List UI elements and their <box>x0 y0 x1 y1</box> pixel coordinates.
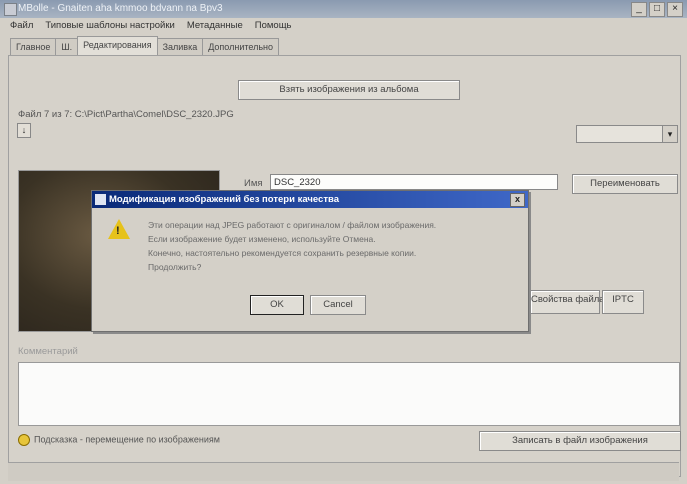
tab-editing[interactable]: Редактирования <box>77 36 158 55</box>
status-bar <box>8 462 679 481</box>
close-icon[interactable]: × <box>667 2 683 17</box>
warning-mark: ! <box>116 225 120 237</box>
menu-bar: Файл Типовые шаблоны настройки Метаданны… <box>0 18 687 34</box>
file-properties-button[interactable]: Свойства файла <box>530 290 605 314</box>
dialog-title: Модификация изображений без потери качес… <box>109 194 339 205</box>
dialog-message-line: Эти операции над JPEG работают с оригина… <box>148 220 437 230</box>
dialog-app-icon <box>95 194 106 205</box>
rename-button[interactable]: Переименовать <box>572 174 678 194</box>
window-controls: _ □ × <box>631 2 683 17</box>
comment-textarea[interactable] <box>18 362 680 426</box>
hint-line: Подсказка - перемещение по изображениям <box>18 434 220 446</box>
tab-short[interactable]: Ш. <box>55 38 79 55</box>
ok-button[interactable]: OK <box>250 295 304 315</box>
chevron-down-icon[interactable]: ▾ <box>662 126 677 142</box>
comment-label: Комментарий <box>18 346 78 357</box>
file-path-label: Файл 7 из 7: C:\Pict\Partha\Comel\DSC_23… <box>18 109 234 120</box>
save-to-file-button[interactable]: Записать в файл изображения <box>479 431 681 451</box>
dialog-title-bar: Модификация изображений без потери качес… <box>92 191 528 208</box>
app-window: MBolle - Gnaiten aha kmmoo bdvann na Bpv… <box>0 0 687 484</box>
tab-main[interactable]: Главное <box>10 38 57 55</box>
dialog-message: Эти операции над JPEG работают с оригина… <box>148 218 518 274</box>
dialog-message-line: Конечно, настоятельно рекомендуется сохр… <box>148 248 417 258</box>
menu-templates[interactable]: Типовые шаблоны настройки <box>45 18 174 34</box>
dialog-close-icon[interactable]: x <box>510 193 525 207</box>
file-combo[interactable]: ▾ <box>576 125 678 143</box>
minimize-icon[interactable]: _ <box>631 2 647 17</box>
dialog-message-line: Если изображение будет изменено, использ… <box>148 234 376 244</box>
file-nav-button[interactable]: ↓ <box>17 123 31 138</box>
menu-help[interactable]: Помощь <box>255 18 292 34</box>
title-bar: MBolle - Gnaiten aha kmmoo bdvann na Bpv… <box>0 0 687 18</box>
hint-text: Подсказка - перемещение по изображениям <box>34 434 220 445</box>
name-label: Имя <box>244 178 263 189</box>
name-input[interactable]: DSC_2320 <box>270 174 558 190</box>
menu-file[interactable]: Файл <box>10 18 33 34</box>
window-title: MBolle - Gnaiten aha kmmoo bdvann na Bpv… <box>18 3 223 14</box>
tab-fill[interactable]: Заливка <box>156 38 204 55</box>
lightbulb-icon <box>18 434 30 446</box>
app-icon <box>4 3 17 16</box>
dialog-message-line: Продолжить? <box>148 262 202 272</box>
menu-metadata[interactable]: Метаданные <box>187 18 243 34</box>
tab-strip: Главное Ш. Редактирования Заливка Дополн… <box>10 36 280 55</box>
album-button[interactable]: Взять изображения из альбома <box>238 80 460 100</box>
cancel-button[interactable]: Cancel <box>310 295 366 315</box>
iptc-button[interactable]: IPTC <box>602 290 644 314</box>
tab-extra[interactable]: Дополнительно <box>202 38 280 55</box>
lossless-modify-dialog: Модификация изображений без потери качес… <box>91 190 529 332</box>
maximize-icon[interactable]: □ <box>649 2 665 17</box>
